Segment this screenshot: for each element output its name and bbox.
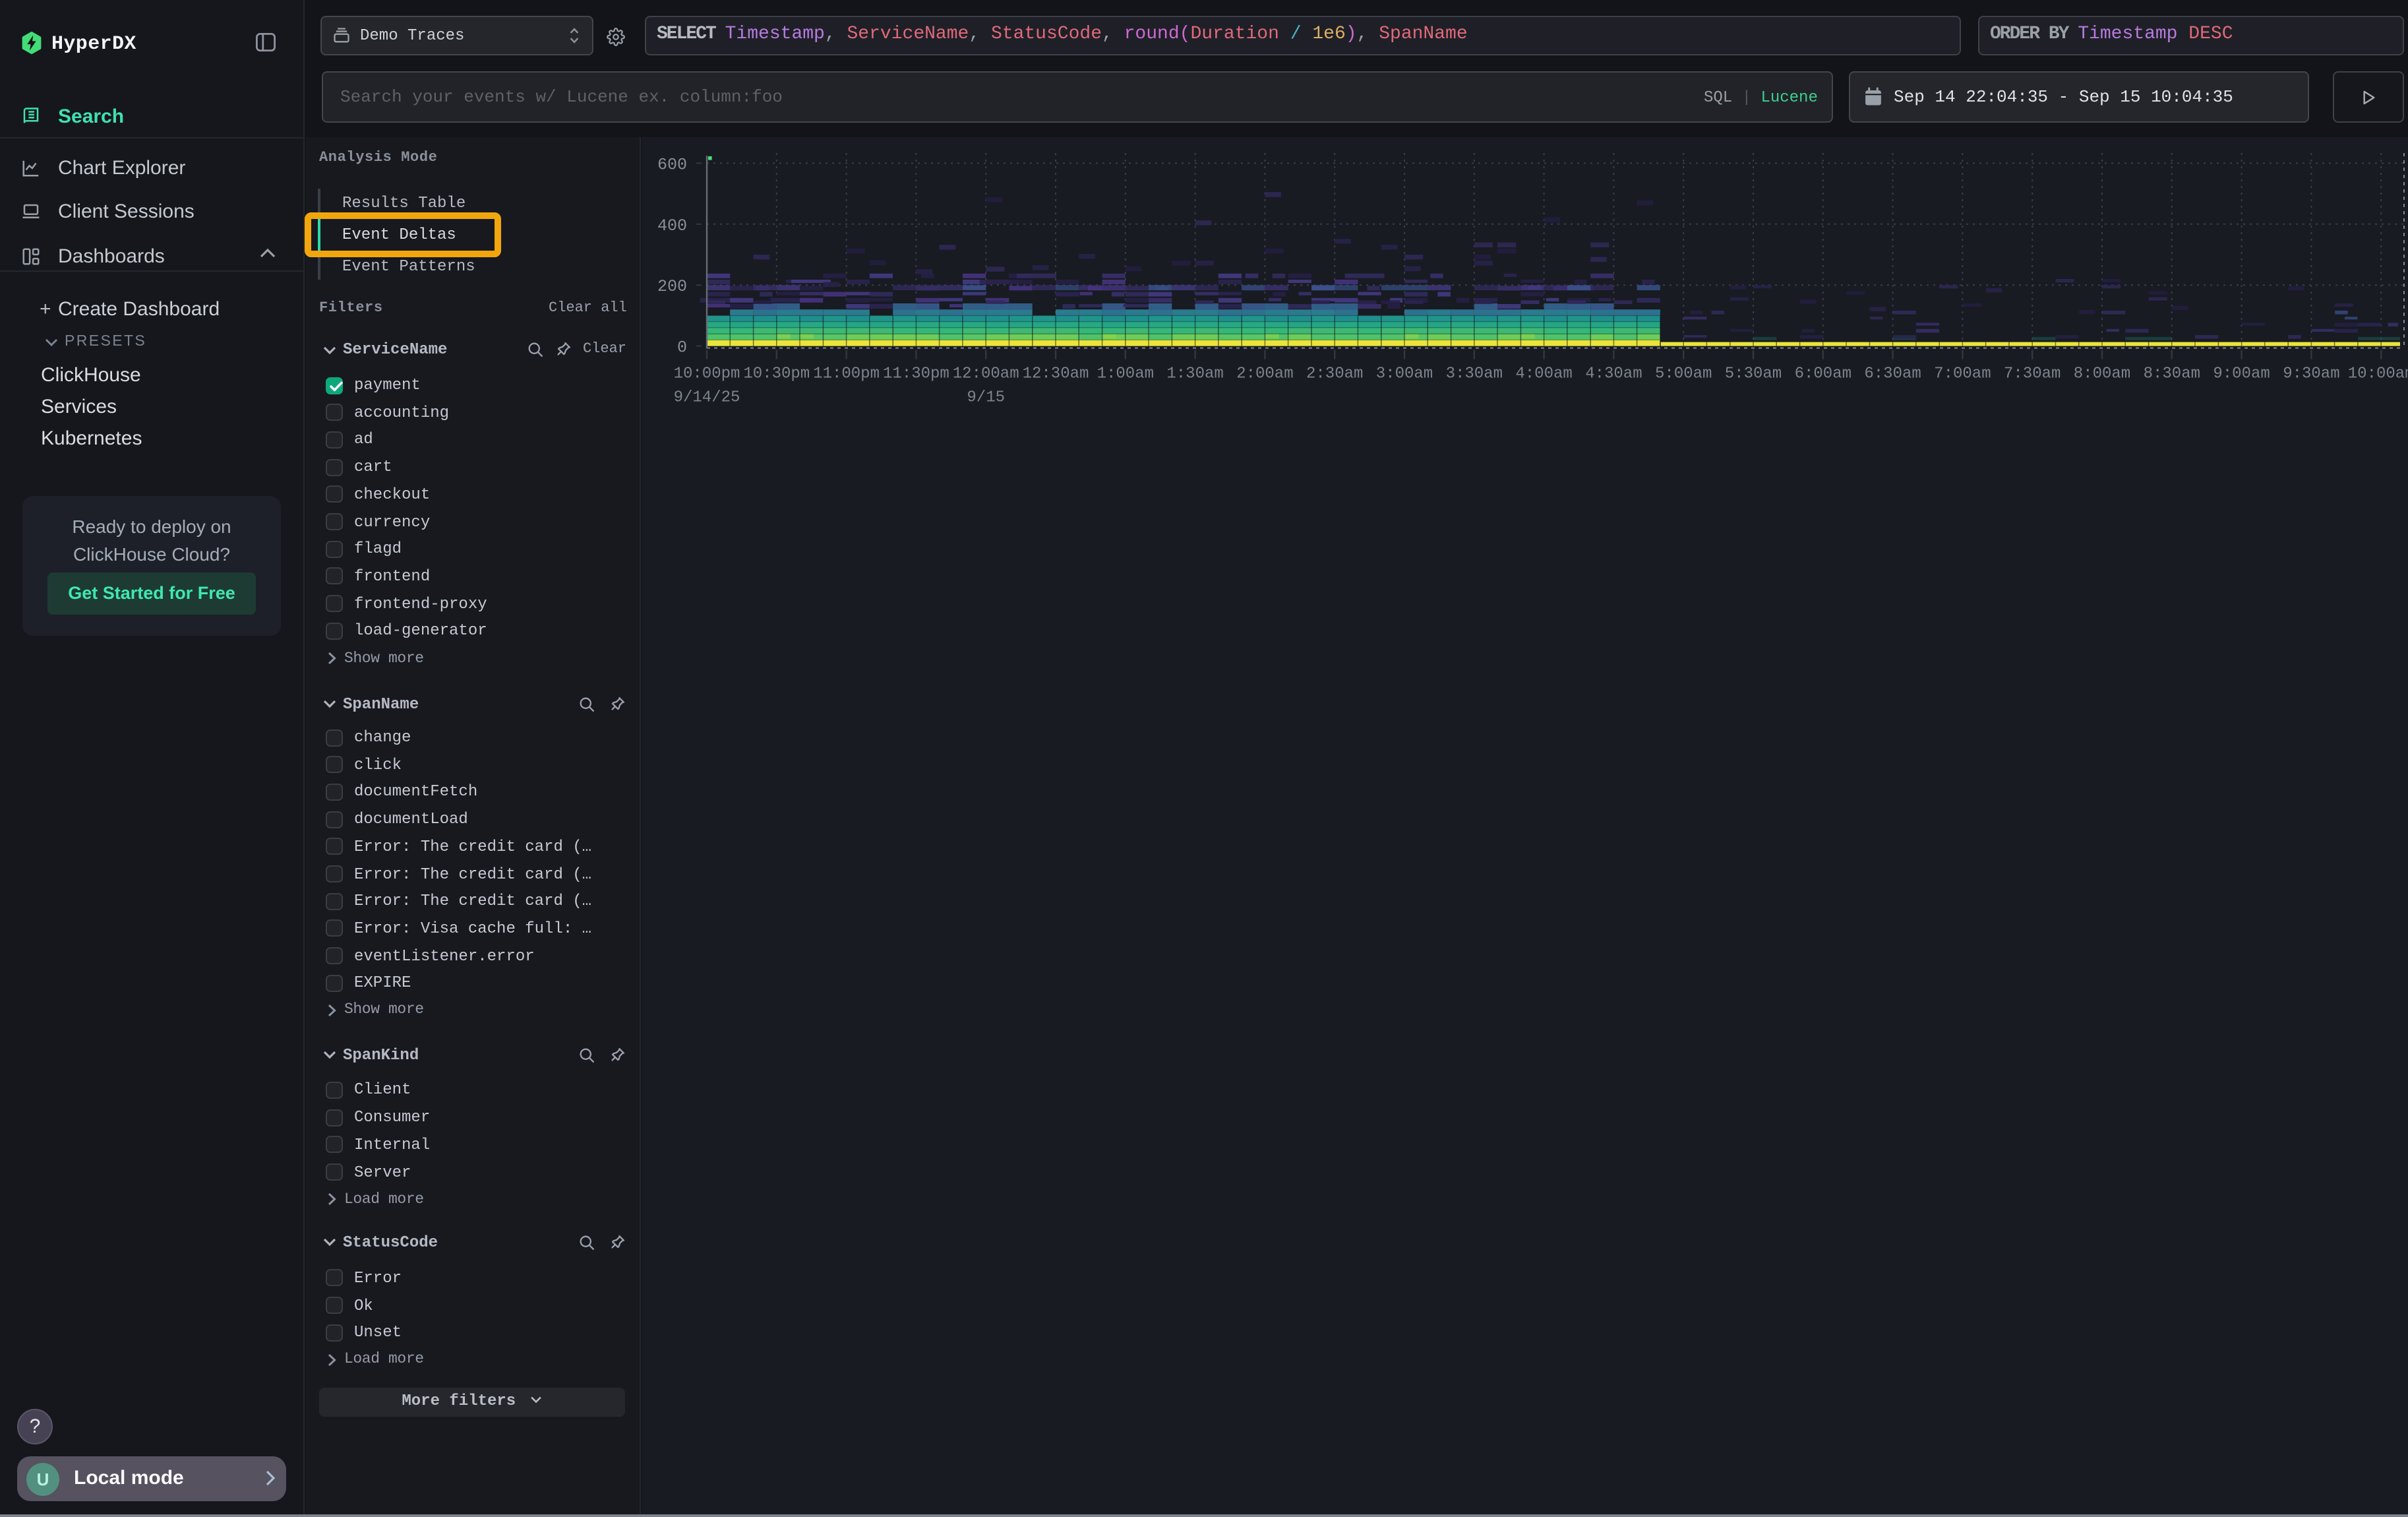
svg-text:6:30am: 6:30am [1864, 365, 1921, 383]
svg-text:7:00am: 7:00am [1934, 365, 1991, 383]
svg-text:8:30am: 8:30am [2144, 365, 2200, 383]
svg-text:5:30am: 5:30am [1725, 365, 1782, 383]
svg-text:9:30am: 9:30am [2283, 365, 2339, 383]
svg-text:11:00pm: 11:00pm [813, 365, 880, 383]
svg-text:1:00am: 1:00am [1097, 365, 1154, 383]
svg-text:6:00am: 6:00am [1795, 365, 1851, 383]
svg-text:10:30pm: 10:30pm [743, 365, 810, 383]
svg-text:9/14/25: 9/14/25 [674, 389, 740, 407]
svg-text:12:00am: 12:00am [953, 365, 1019, 383]
svg-text:11:30pm: 11:30pm [883, 365, 949, 383]
svg-text:12:30am: 12:30am [1023, 365, 1089, 383]
svg-text:600: 600 [657, 155, 687, 174]
svg-text:1:30am: 1:30am [1166, 365, 1223, 383]
svg-text:7:30am: 7:30am [2004, 365, 2061, 383]
svg-text:2:30am: 2:30am [1306, 365, 1363, 383]
svg-text:4:30am: 4:30am [1585, 365, 1642, 383]
svg-text:10:00am: 10:00am [2348, 365, 2408, 383]
svg-text:200: 200 [657, 277, 687, 296]
svg-text:9/15: 9/15 [967, 389, 1005, 407]
svg-text:2:00am: 2:00am [1236, 365, 1293, 383]
svg-text:4:00am: 4:00am [1515, 365, 1572, 383]
svg-text:10:00pm: 10:00pm [674, 365, 740, 383]
svg-text:3:00am: 3:00am [1376, 365, 1433, 383]
svg-text:8:00am: 8:00am [2074, 365, 2130, 383]
svg-text:0: 0 [677, 338, 687, 357]
svg-text:9:00am: 9:00am [2213, 365, 2270, 383]
svg-text:3:30am: 3:30am [1446, 365, 1503, 383]
svg-text:5:00am: 5:00am [1655, 365, 1712, 383]
svg-text:400: 400 [657, 216, 687, 235]
